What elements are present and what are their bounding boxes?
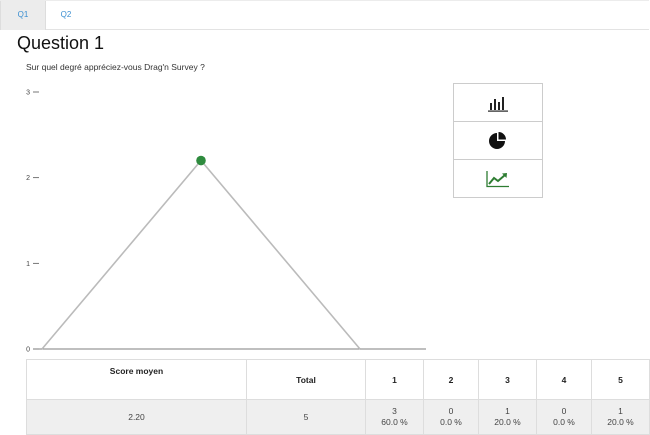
choice-4-cell: 0 0.0 % (536, 399, 592, 435)
y-tick-label: 2 (26, 175, 30, 182)
choice-2-count: 0 (448, 406, 454, 416)
choice-3-cell: 1 20.0 % (478, 399, 537, 435)
choice-3-count: 1 (505, 406, 510, 416)
choice-4-percent: 0.0 % (553, 417, 575, 427)
score-moyen-header: Score moyen (26, 359, 247, 400)
pie-chart-button[interactable] (454, 122, 542, 160)
choice-3-header: 3 (478, 359, 537, 400)
total-header: Total (246, 359, 366, 400)
table-row: 2.20 5 3 60.0 % 0 0.0 % 1 20.0 % 0 0.0 % 1 20… (26, 399, 650, 435)
y-tick-label: 0 (26, 347, 30, 354)
total-value: 5 (246, 399, 366, 435)
pie-chart-icon (489, 131, 506, 149)
line-chart: 0 1 2 3 (26, 90, 426, 354)
data-point (196, 155, 206, 166)
series-line (41, 159, 361, 350)
y-tick-label: 3 (26, 90, 30, 97)
choice-3-percent: 20.0 % (494, 417, 521, 427)
score-value: 2.20 (26, 399, 247, 435)
choice-5-cell: 1 20.0 % (591, 399, 650, 435)
results-table: Score moyen Total 1 2 3 4 5 2.20 5 3 60.0… (26, 359, 650, 435)
bar-chart-icon (488, 96, 508, 112)
bar-chart-button[interactable] (454, 84, 542, 122)
choice-1-cell: 3 60.0 % (365, 399, 424, 435)
choice-2-header: 2 (423, 359, 479, 400)
choice-5-count: 1 (618, 406, 623, 416)
choice-4-count: 0 (561, 406, 567, 416)
choice-1-header: 1 (365, 359, 424, 400)
choice-4-header: 4 (536, 359, 592, 400)
choice-5-percent: 20.0 % (607, 417, 634, 427)
y-tick-label: 1 (26, 261, 30, 268)
choice-2-cell: 0 0.0 % (423, 399, 479, 435)
line-chart-button[interactable] (454, 160, 542, 197)
choice-2-percent: 0.0 % (440, 417, 462, 427)
line-chart-icon (486, 170, 509, 187)
choice-1-percent: 60.0 % (381, 417, 408, 427)
chart-type-panel (453, 83, 543, 198)
table-header-row: Score moyen Total 1 2 3 4 5 (26, 359, 650, 400)
choice-5-header: 5 (591, 359, 650, 400)
choice-1-count: 3 (392, 406, 397, 416)
